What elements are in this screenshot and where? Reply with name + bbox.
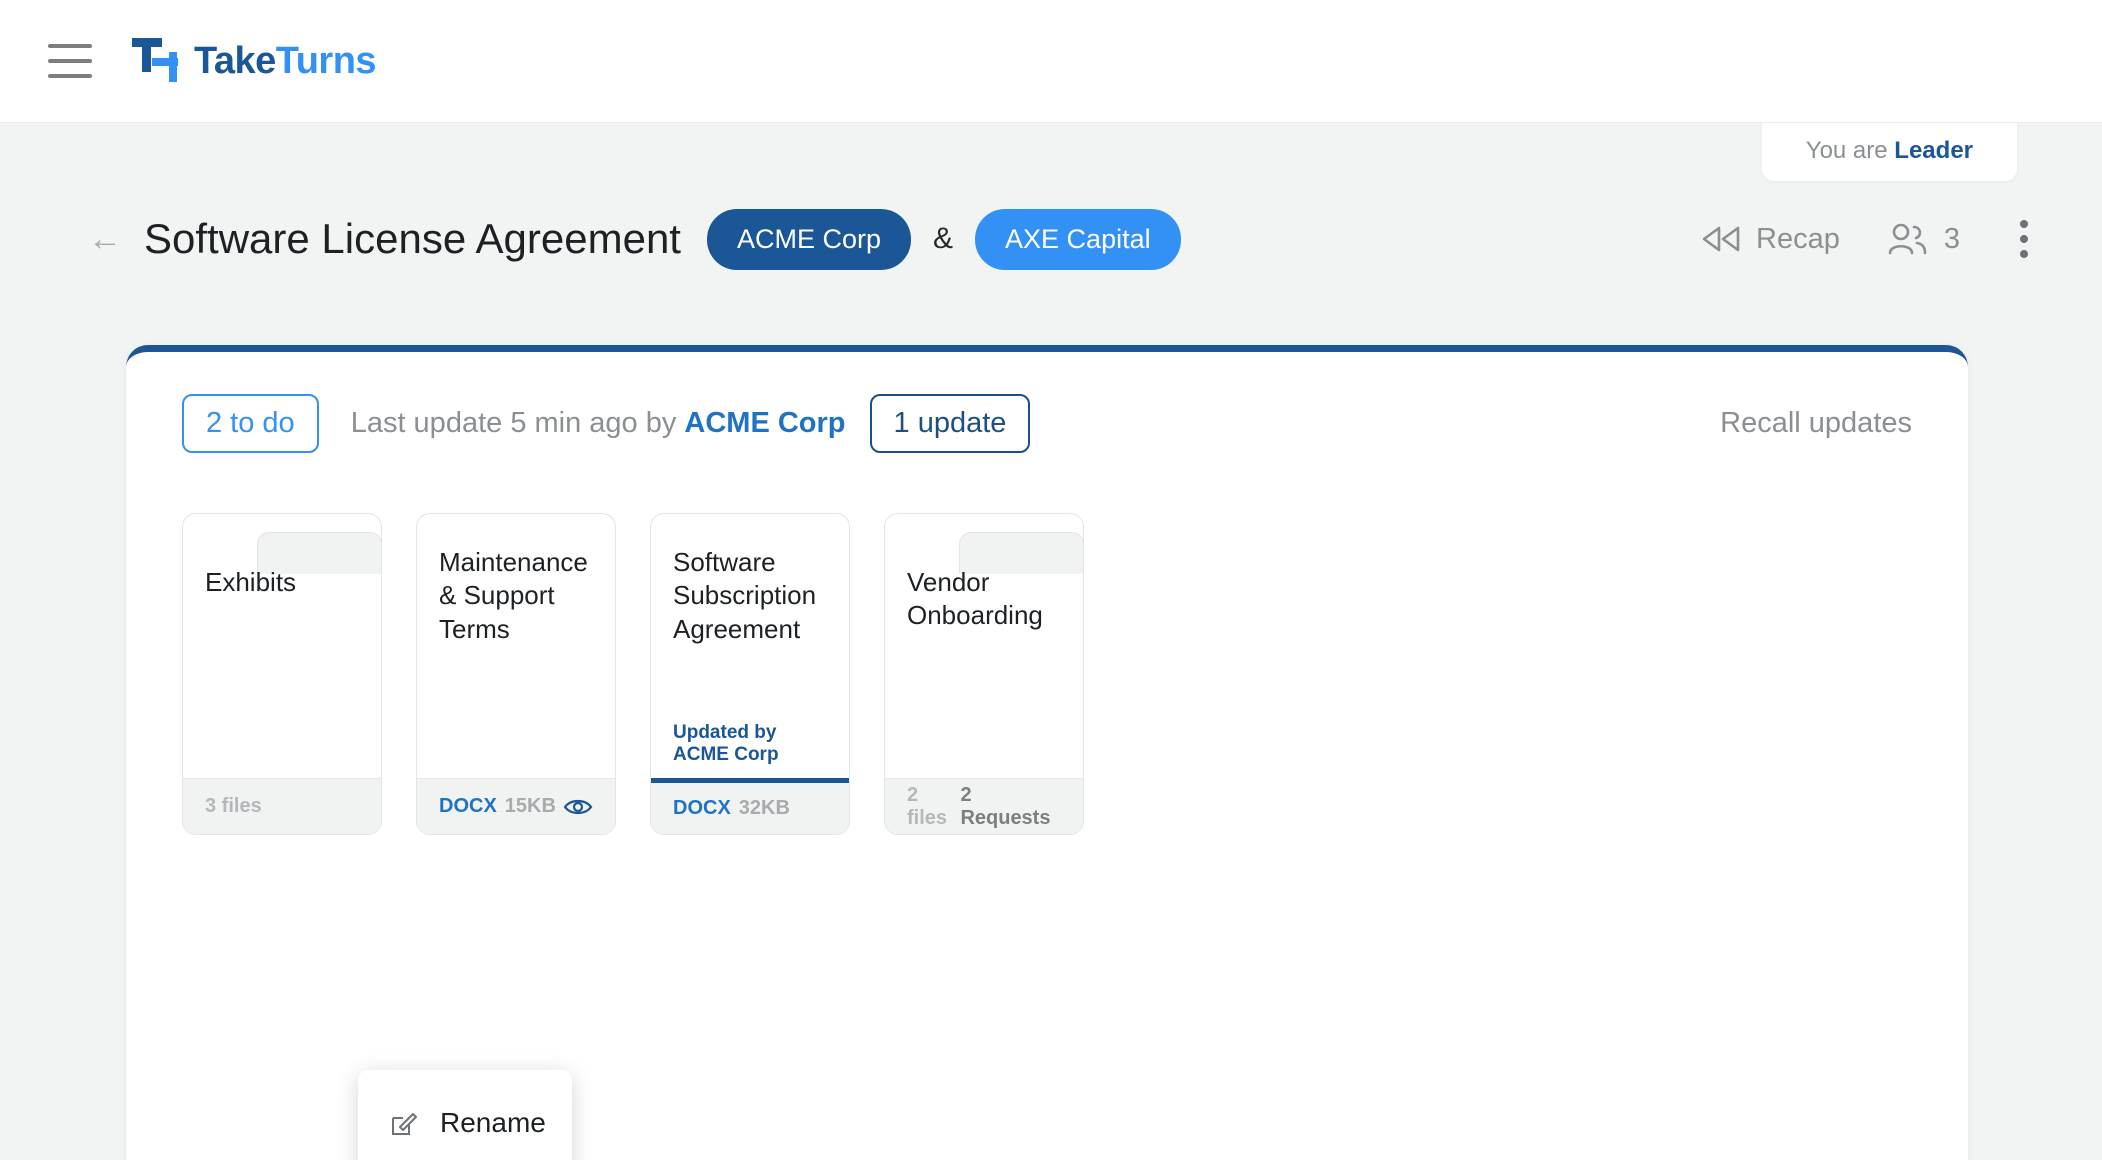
collaborators-button[interactable]: 3: [1886, 222, 1960, 256]
card-title: Software Subscription Agreement: [673, 547, 817, 644]
card-footer: 3 files: [183, 778, 381, 834]
context-menu-label: Rename: [440, 1107, 546, 1138]
file-info: DOCX 15KB: [439, 795, 556, 818]
todo-badge[interactable]: 2 to do: [182, 394, 319, 453]
role-badge-value: Leader: [1894, 137, 1973, 164]
updated-by-label: Updated by ACME Corp: [673, 722, 779, 765]
card-title: Maintenance & Support Terms: [439, 547, 588, 644]
party-pill-collaborator[interactable]: AXE Capital: [975, 208, 1181, 270]
page-title: Software License Agreement: [144, 215, 681, 262]
hamburger-menu-icon[interactable]: [48, 44, 92, 78]
brand-name: TakeTurns: [194, 39, 377, 83]
file-type: DOCX: [673, 797, 731, 819]
last-update-text: Last update 5 min ago by ACME Corp: [351, 407, 846, 440]
card-context-menu: Rename Move: [358, 1070, 572, 1160]
preview-button[interactable]: [563, 796, 593, 818]
card-title: Exhibits: [205, 567, 297, 597]
folder-file-count: 3 files: [205, 795, 262, 817]
title-bar-actions: Recap 3: [1700, 214, 2042, 264]
folder-file-count: 2 files: [907, 783, 948, 829]
recap-button[interactable]: Recap: [1700, 223, 1840, 256]
card-footer: DOCX 32KB: [651, 778, 849, 834]
brand-name-second: Turns: [275, 39, 377, 82]
card-spacer: [885, 633, 1083, 778]
app-header: TakeTurns: [0, 0, 2102, 123]
file-info: DOCX 32KB: [673, 797, 790, 820]
folder-request-count: 2 Requests: [960, 783, 1051, 829]
collaboration-panel: 2 to do Last update 5 min ago by ACME Co…: [126, 345, 1968, 1160]
recap-label: Recap: [1756, 222, 1840, 255]
document-card-updated[interactable]: Software Subscription Agreement Updated …: [650, 513, 850, 835]
card-spacer: [183, 599, 381, 778]
role-badge-prefix: You are: [1805, 137, 1888, 164]
party-separator: &: [933, 222, 954, 255]
page-body: You are Leader ← Software License Agreem…: [0, 123, 2102, 1160]
panel-status-bar: 2 to do Last update 5 min ago by ACME Co…: [126, 352, 1968, 453]
recall-updates-button[interactable]: Recall updates: [1720, 407, 1912, 440]
role-badge: You are Leader: [1761, 123, 2017, 181]
party-pill-owner[interactable]: ACME Corp: [706, 208, 912, 270]
collaborators-count: 3: [1943, 222, 1960, 255]
last-update-author[interactable]: ACME Corp: [684, 407, 845, 439]
card-spacer: [417, 646, 615, 778]
file-size: 15KB: [504, 795, 556, 817]
document-card[interactable]: Maintenance & Support Terms DOCX 15KB: [416, 513, 616, 835]
file-type: DOCX: [439, 795, 497, 817]
context-menu-item-move[interactable]: Move: [358, 1154, 572, 1160]
update-count-badge[interactable]: 1 update: [869, 394, 1031, 453]
card-spacer: [651, 646, 849, 722]
document-card-grid: Exhibits 3 files Maintenance & Support T…: [126, 453, 1968, 835]
context-menu-item-rename[interactable]: Rename: [358, 1092, 572, 1154]
taketurns-logo-mark: [132, 38, 178, 82]
back-arrow-icon[interactable]: ←: [88, 222, 122, 256]
card-footer: DOCX 15KB: [417, 778, 615, 834]
card-footer: 2 files 2 Requests: [885, 778, 1083, 834]
rewind-icon: [1702, 226, 1740, 252]
file-size: 32KB: [738, 797, 790, 819]
last-update-prefix: Last update 5 min ago by: [350, 407, 677, 439]
collaboration-title-bar: ← Software License Agreement ACME Corp &…: [0, 201, 2102, 277]
three-dot-menu-icon[interactable]: [2006, 214, 2042, 264]
card-title: Vendor Onboarding: [907, 567, 1043, 631]
app-logo[interactable]: TakeTurns: [130, 36, 377, 86]
people-icon: [1888, 223, 1927, 255]
eye-icon: [563, 799, 593, 814]
brand-name-first: Take: [194, 39, 276, 82]
folder-card[interactable]: Vendor Onboarding 2 files 2 Requests: [884, 513, 1084, 835]
folder-card[interactable]: Exhibits 3 files: [182, 513, 382, 835]
pencil-square-icon: [390, 1109, 418, 1137]
